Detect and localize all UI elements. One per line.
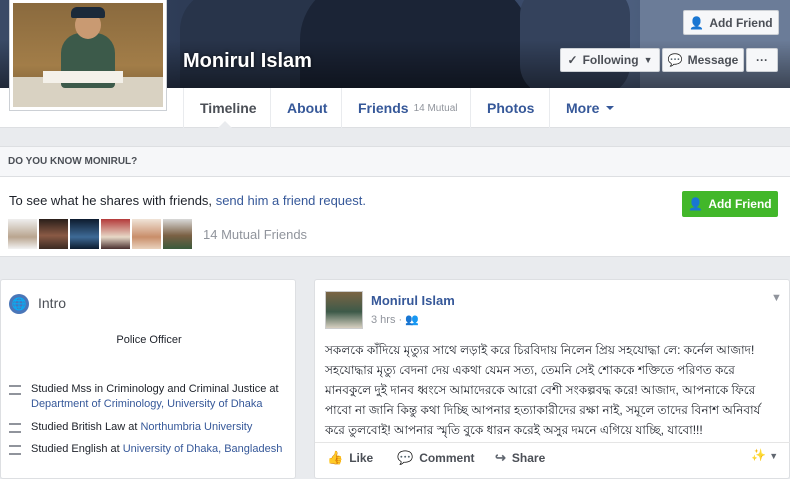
message-label: Message	[687, 53, 739, 67]
post-author-name[interactable]: Monirul Islam	[371, 293, 455, 308]
mutual-friend-avatar[interactable]	[163, 219, 192, 249]
post-author-avatar[interactable]	[325, 291, 363, 329]
add-friend-icon: 👤	[688, 197, 704, 211]
tab-photos-label: Photos	[487, 100, 535, 116]
mutual-friends-thumbnails	[8, 219, 192, 249]
mutual-friends-count: 14 Mutual	[413, 102, 458, 114]
thumbs-up-icon: 👍	[327, 450, 344, 465]
chevron-down-icon	[606, 106, 615, 110]
education-link[interactable]: Northumbria University	[140, 421, 252, 433]
messenger-icon: 💬	[667, 53, 683, 67]
post-meta: 3 hrs · 👥	[371, 313, 419, 326]
know-box-heading: DO YOU KNOW MONIRUL?	[0, 146, 790, 177]
dropdown-caret-icon: ▼	[643, 55, 653, 65]
post-body: সকলকে কাঁদিয়ে মৃত্যুর সাথে লড়াই করে চি…	[325, 343, 761, 437]
share-button[interactable]: ↪ Share	[495, 450, 545, 466]
education-link[interactable]: University of Dhaka, Bangladesh	[123, 443, 283, 455]
mutual-friend-avatar[interactable]	[70, 219, 99, 249]
globe-icon: 🌐	[9, 294, 29, 314]
tab-friends[interactable]: Friends 14 Mutual	[341, 88, 474, 128]
profile-name[interactable]: Monirul Islam	[183, 50, 312, 73]
education-text: Studied English at University of Dhaka, …	[31, 442, 282, 457]
tab-about-label: About	[287, 100, 328, 116]
intro-job: Police Officer	[116, 334, 182, 346]
chevron-down-icon: ▼	[769, 451, 779, 461]
more-options-label: ···	[756, 53, 768, 67]
tab-timeline-label: Timeline	[200, 100, 257, 116]
education-icon	[9, 423, 21, 433]
education-prefix: Studied Mss in Criminology and Criminal …	[31, 383, 279, 395]
tab-more[interactable]: More	[549, 88, 630, 128]
know-box: To see what he shares with friends, send…	[0, 177, 790, 257]
education-text: Studied Mss in Criminology and Criminal …	[31, 382, 289, 412]
mutual-friend-avatar[interactable]	[39, 219, 68, 249]
friends-icon[interactable]: 👥	[405, 314, 419, 326]
add-friend-label: Add Friend	[709, 15, 773, 30]
share-icon: ↪	[495, 450, 506, 465]
post-actions-bar: 👍 Like 💬 Comment ↪ Share	[315, 442, 790, 472]
education-icon	[9, 445, 21, 455]
education-text: Studied British Law at Northumbria Unive…	[31, 420, 252, 435]
add-friend-button[interactable]: 👤 Add Friend	[683, 10, 779, 35]
tab-more-label: More	[566, 100, 600, 116]
post-card: Monirul Islam 3 hrs · 👥 ▼ সকলকে কাঁদিয়ে…	[314, 279, 790, 479]
share-label: Share	[511, 451, 546, 465]
checkmark-icon: ✓	[567, 53, 578, 67]
know-box-prompt: To see what he shares with friends,	[9, 193, 213, 208]
education-item: Studied Mss in Criminology and Criminal …	[9, 382, 289, 412]
mutual-friend-avatar[interactable]	[132, 219, 161, 249]
chevron-down-icon[interactable]: ▼	[771, 292, 782, 304]
intro-card: 🌐 Intro Police Officer Studied Mss in Cr…	[0, 279, 296, 479]
education-prefix: Studied English at	[31, 443, 123, 455]
comment-label: Comment	[419, 451, 475, 465]
post-timestamp[interactable]: 3 hrs	[371, 314, 395, 326]
comment-icon: 💬	[397, 450, 414, 465]
reactions-selector[interactable]: ✨ ▼	[751, 448, 778, 462]
add-friend-green-button[interactable]: 👤 Add Friend	[682, 191, 778, 217]
like-button[interactable]: 👍 Like	[327, 450, 373, 466]
like-label: Like	[349, 451, 374, 465]
friend-request-link[interactable]: send him a friend request.	[216, 193, 366, 208]
message-button[interactable]: 💬 Message	[662, 48, 744, 72]
following-label: Following	[582, 53, 639, 67]
intro-title: Intro	[38, 295, 67, 311]
education-item: Studied British Law at Northumbria Unive…	[9, 420, 289, 435]
comment-button[interactable]: 💬 Comment	[397, 450, 475, 466]
tab-friends-label: Friends	[358, 100, 409, 116]
add-friend-green-label: Add Friend	[708, 197, 772, 211]
education-icon	[9, 385, 21, 395]
mutual-friend-avatar[interactable]	[8, 219, 37, 249]
tab-about[interactable]: About	[270, 88, 343, 128]
education-prefix: Studied British Law at	[31, 421, 141, 433]
mutual-friends-count[interactable]: 14 Mutual Friends	[203, 227, 307, 242]
add-friend-icon: 👤	[689, 15, 705, 30]
mutual-friend-avatar[interactable]	[101, 219, 130, 249]
reaction-icon: ✨	[751, 448, 766, 462]
active-tab-marker	[217, 121, 233, 129]
tab-photos[interactable]: Photos	[470, 88, 550, 128]
education-link[interactable]: Department of Criminology, University of…	[31, 398, 263, 410]
know-box-text: To see what he shares with friends, send…	[9, 193, 366, 208]
profile-picture[interactable]	[10, 0, 166, 110]
education-item: Studied English at University of Dhaka, …	[9, 442, 289, 457]
following-button[interactable]: ✓ Following ▼	[560, 48, 660, 72]
more-options-button[interactable]: ···	[746, 48, 778, 72]
